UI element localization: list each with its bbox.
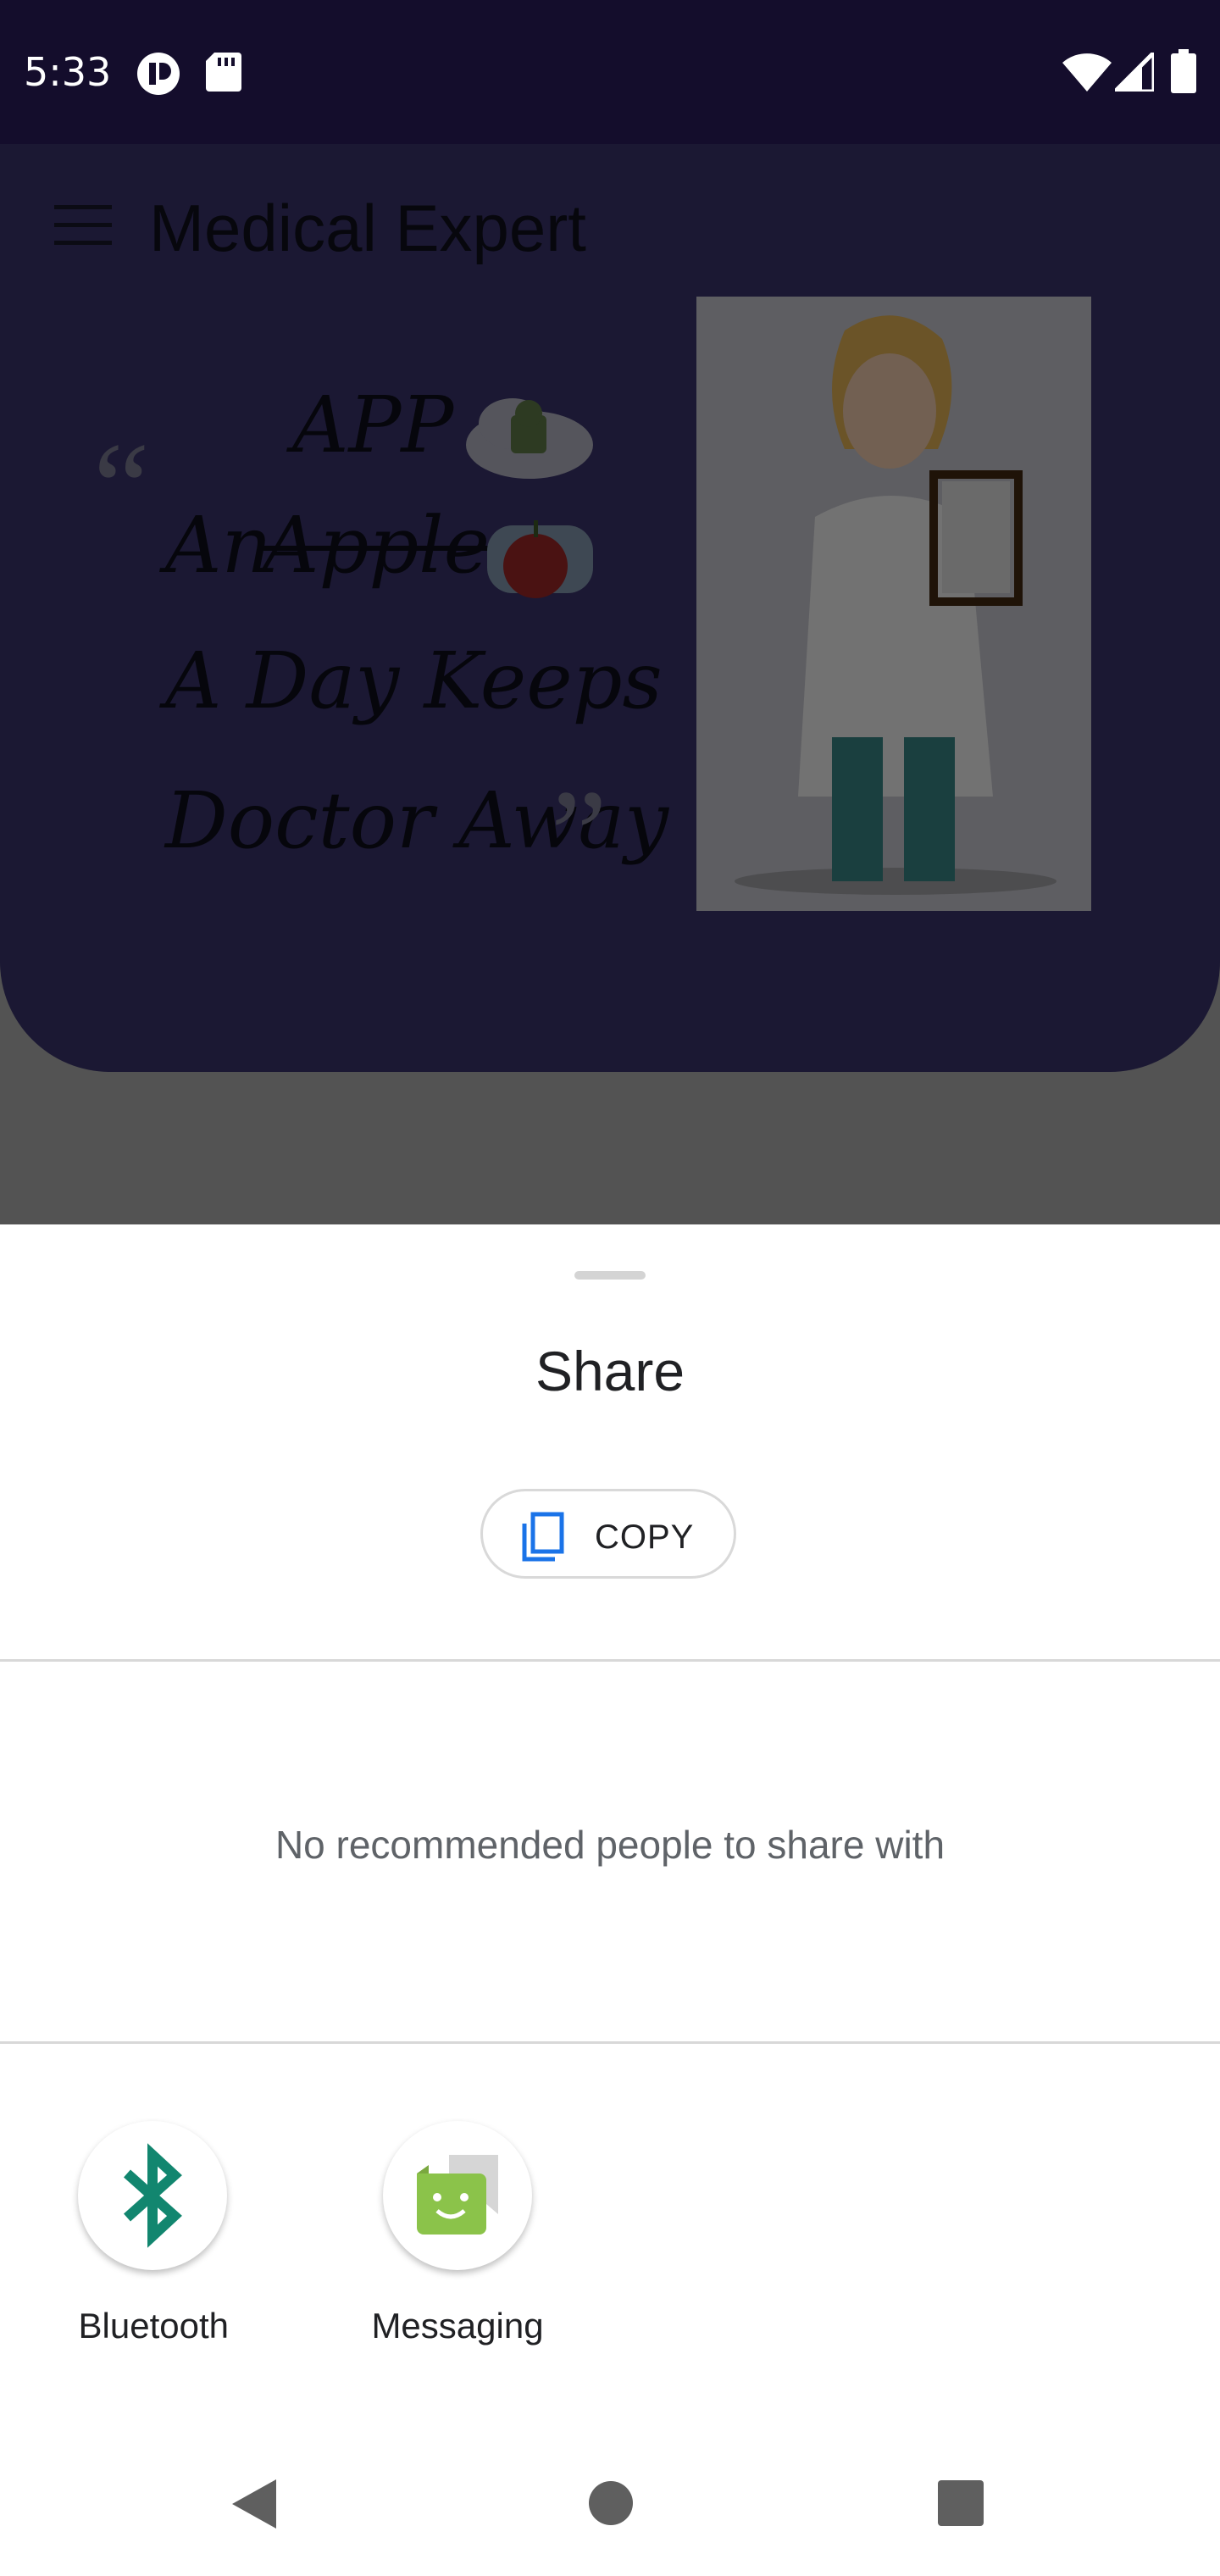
share-title: Share — [535, 1340, 685, 1402]
share-target-messaging[interactable]: Messaging — [371, 2121, 544, 2346]
status-bar: 5:33 — [0, 0, 1220, 144]
quote-line-day: A Day Keeps — [165, 636, 663, 726]
apple-icon — [487, 520, 593, 598]
copy-icon — [522, 1512, 564, 1562]
quote-line-app: APP — [292, 380, 454, 470]
drag-handle[interactable] — [574, 1271, 646, 1280]
wifi-icon — [1062, 53, 1112, 92]
share-sheet: Share COPY No recommended people to shar… — [0, 1224, 1220, 2576]
close-quote-mark: ” — [551, 764, 607, 905]
messaging-icon-circle — [383, 2121, 532, 2270]
signal-icon — [1115, 53, 1154, 92]
back-triangle-icon[interactable] — [230, 2478, 278, 2530]
share-target-label: Bluetooth — [78, 2306, 229, 2346]
status-app-icon — [137, 53, 180, 95]
app-title: Medical Expert — [149, 191, 586, 265]
header-banner: Medical Expert “ APP An Apple A Day Keep… — [0, 144, 1220, 1072]
hamburger-menu-icon[interactable] — [54, 205, 112, 246]
divider — [0, 2041, 1220, 2044]
home-circle-icon[interactable] — [587, 2479, 635, 2527]
bluetooth-icon-circle — [78, 2121, 227, 2270]
android-cloud-icon — [466, 398, 593, 479]
open-quote-mark: “ — [93, 417, 150, 558]
messaging-icon — [417, 2155, 498, 2235]
no-recommended-people-text: No recommended people to share with — [274, 1823, 946, 1867]
battery-icon — [1171, 49, 1196, 93]
quote-line-doctor: Doctor Away . — [165, 775, 718, 866]
status-time: 5:33 — [24, 49, 112, 95]
quote-line-apple: Apple — [263, 500, 491, 591]
recents-square-icon[interactable] — [938, 2480, 984, 2526]
app-background: Medical Expert “ APP An Apple A Day Keep… — [0, 144, 1220, 1224]
divider — [0, 1659, 1220, 1662]
sd-card-icon — [206, 53, 241, 92]
doctor-illustration — [696, 297, 1091, 911]
share-target-label: Messaging — [371, 2306, 544, 2346]
copy-button[interactable]: COPY — [480, 1489, 736, 1579]
navigation-bar — [0, 2440, 1220, 2576]
share-target-bluetooth[interactable]: Bluetooth — [76, 2121, 229, 2346]
quote-line-an: An — [165, 500, 272, 591]
bluetooth-icon — [124, 2143, 182, 2248]
copy-label: COPY — [595, 1518, 695, 1556]
